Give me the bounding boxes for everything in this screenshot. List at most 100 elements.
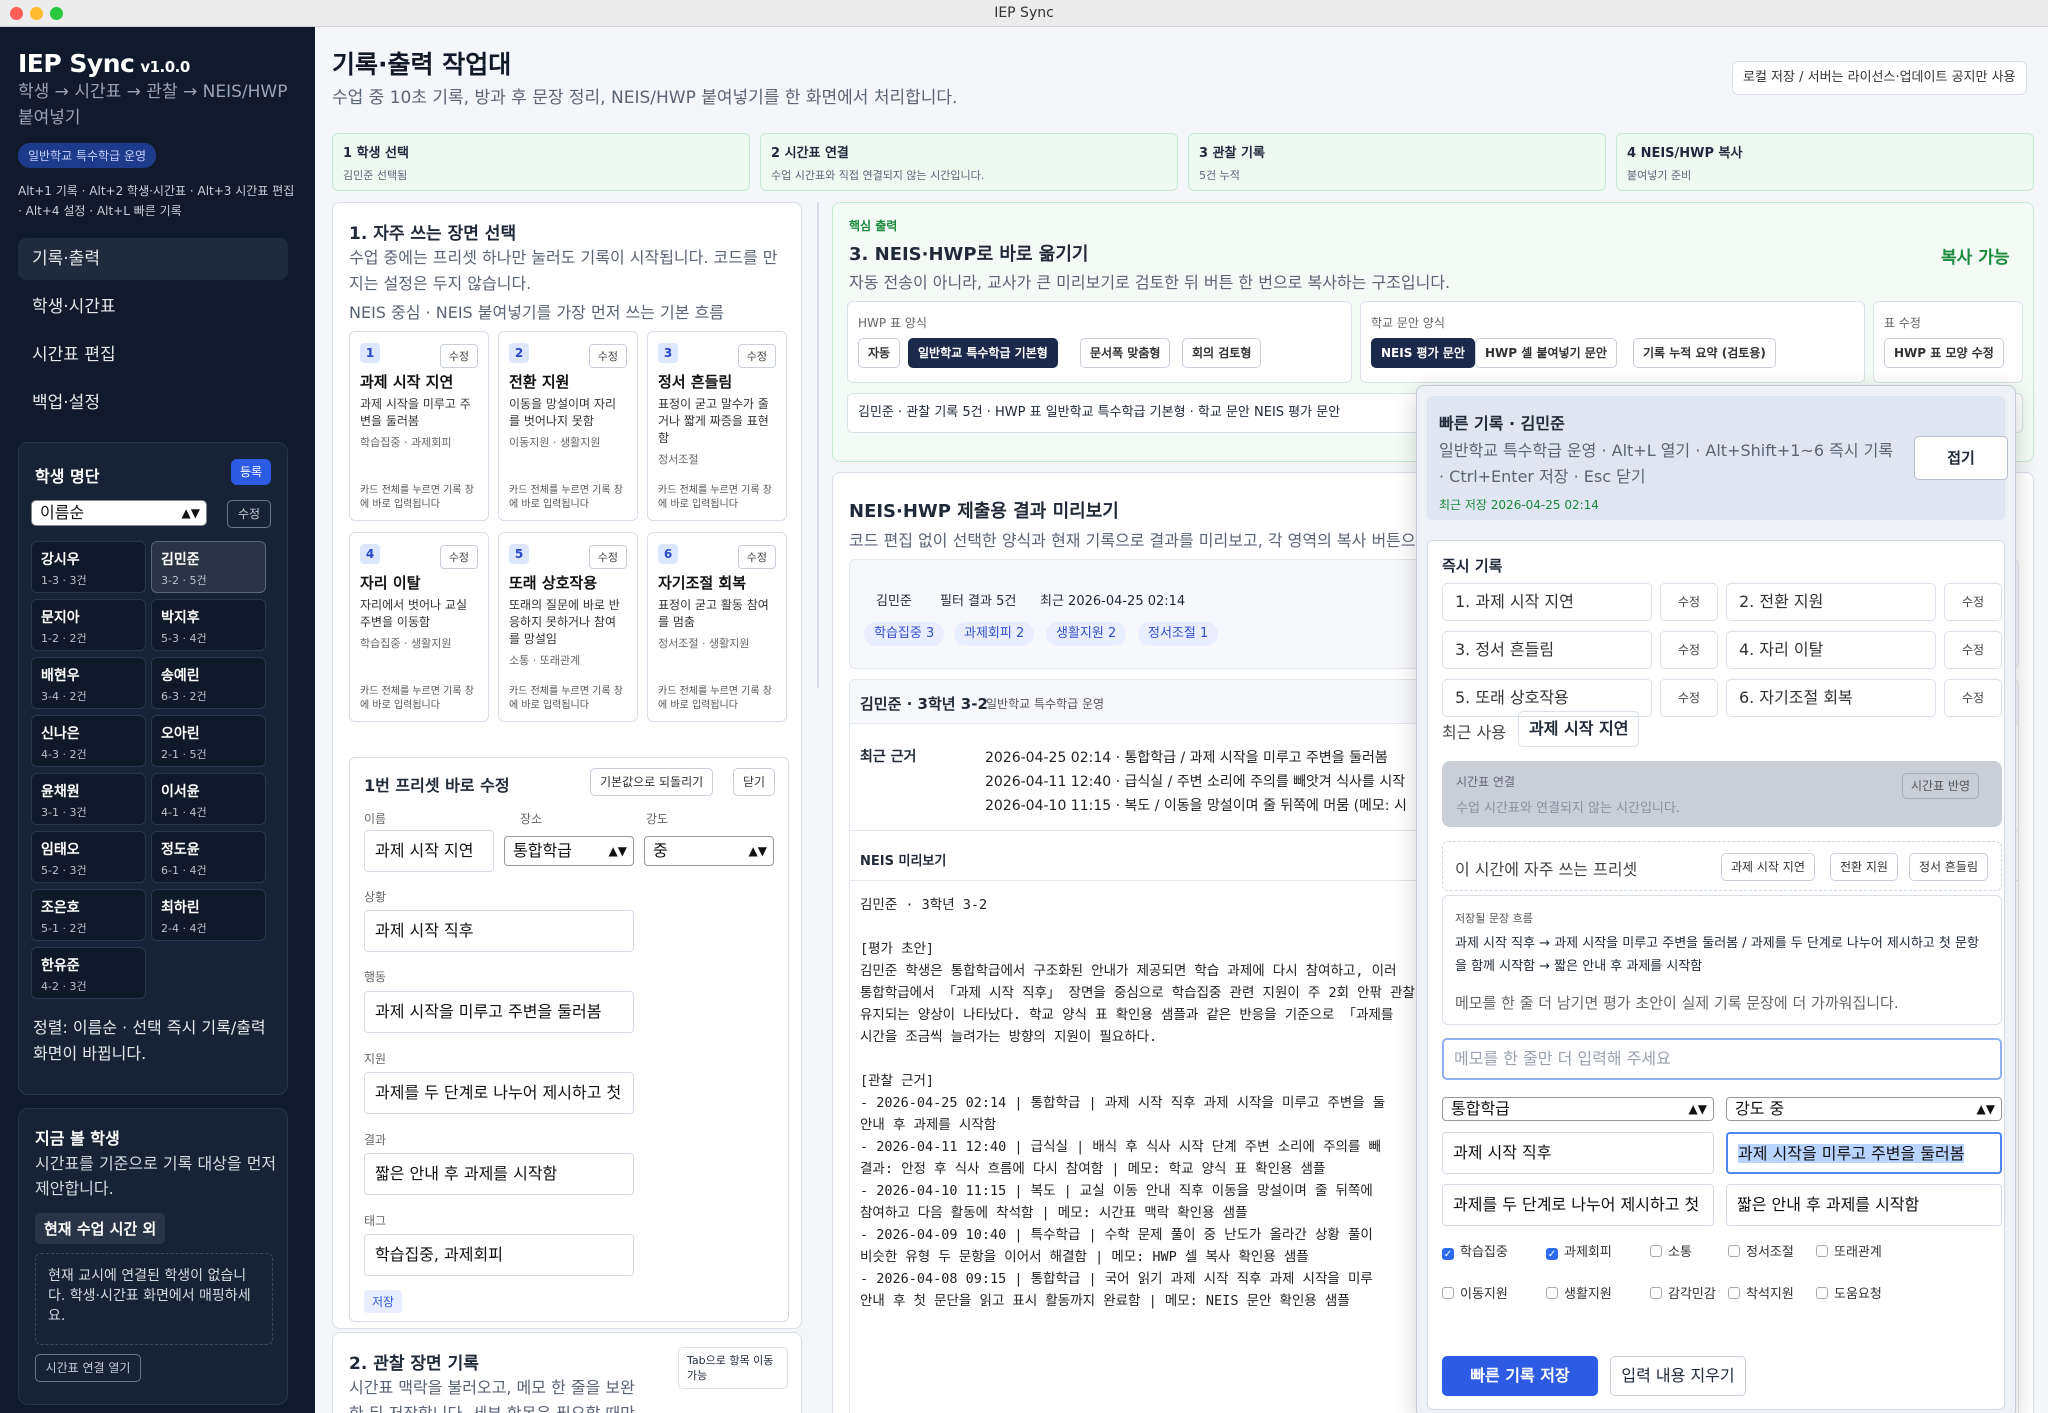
student-card[interactable]: 김민준 3-2 · 5건 bbox=[151, 541, 266, 593]
recent-preset-button[interactable]: 과제 시작 지연 bbox=[1518, 711, 1640, 747]
step-student[interactable]: 1 학생 선택 김민준 선택됨 bbox=[332, 133, 750, 191]
tag-chip[interactable]: 과제회피 2 bbox=[954, 622, 1035, 646]
frequent-preset-button[interactable]: 정서 흔들림 bbox=[1909, 853, 1989, 881]
preset-card[interactable]: 3 수정 정서 흔들림 표정이 굳고 말수가 줄거나 짧게 짜증을 표현함 정서조절 카드… bbox=[647, 331, 787, 521]
tag-checkbox[interactable]: ✓ 과제회피 bbox=[1546, 1241, 1612, 1260]
quick-preset-edit-button[interactable]: 수정 bbox=[1944, 631, 2002, 669]
student-card[interactable]: 배현우 3-4 · 2건 bbox=[31, 657, 146, 709]
hwp-opt-basic[interactable]: 일반학교 특수학급 기본형 bbox=[908, 338, 1058, 368]
quick-preset-button[interactable]: 2. 전환 지원 bbox=[1726, 583, 1936, 621]
memo-input[interactable]: 메모를 한 줄만 더 입력해 주세요 bbox=[1442, 1038, 2002, 1080]
preset-edit-button[interactable]: 수정 bbox=[588, 344, 627, 368]
collapse-button[interactable]: 접기 bbox=[1914, 436, 2008, 480]
preset-name-input[interactable]: 과제 시작 지연 bbox=[364, 830, 494, 872]
apply-timetable-button[interactable]: 시간표 반영 bbox=[1902, 773, 1980, 799]
preset-place-select[interactable]: 통합학급 ▲▼ bbox=[504, 836, 634, 866]
tag-chip[interactable]: 정서조절 1 bbox=[1138, 622, 1219, 646]
register-student-button[interactable]: 등록 bbox=[231, 459, 271, 485]
quick-place-select[interactable]: 통합학급 ▲▼ bbox=[1442, 1097, 1714, 1121]
student-card[interactable]: 한유준 4-2 · 3건 bbox=[31, 947, 146, 999]
tag-chip[interactable]: 생활지원 2 bbox=[1046, 622, 1127, 646]
nav-backup-settings[interactable]: 백업·설정 bbox=[18, 382, 288, 424]
preset-action-input[interactable]: 과제 시작을 미루고 주변을 둘러봄 bbox=[364, 991, 634, 1033]
nav-student-timetable[interactable]: 학생·시간표 bbox=[18, 286, 288, 328]
close-window-icon[interactable] bbox=[10, 7, 23, 20]
tag-checkbox[interactable]: 도움요청 bbox=[1816, 1283, 1882, 1302]
step-timetable[interactable]: 2 시간표 연결 수업 시간표와 직접 연결되지 않는 시간입니다. bbox=[760, 133, 1178, 191]
hwp-table-edit-button[interactable]: HWP 표 모양 수정 bbox=[1884, 338, 2004, 368]
tag-checkbox[interactable]: 생활지원 bbox=[1546, 1283, 1612, 1302]
hwp-opt-docwidth[interactable]: 문서폭 맞춤형 bbox=[1080, 338, 1171, 368]
preset-card[interactable]: 4 수정 자리 이탈 자리에서 벗어나 교실 주변을 이동함 학습집중 · 생활지원 카드… bbox=[349, 532, 489, 722]
hwp-opt-meeting[interactable]: 회의 검토형 bbox=[1182, 338, 1262, 368]
preset-card[interactable]: 6 수정 자기조절 회복 표정이 굳고 활동 참여를 멈춤 정서조절 · 생활지원 카드 … bbox=[647, 532, 787, 722]
student-card[interactable]: 이서윤 4-1 · 4건 bbox=[151, 773, 266, 825]
tag-checkbox[interactable]: 이동지원 bbox=[1442, 1283, 1508, 1302]
student-card[interactable]: 송예린 6-3 · 2건 bbox=[151, 657, 266, 709]
nav-record-output[interactable]: 기록·출력 bbox=[18, 238, 288, 280]
student-card[interactable]: 강시우 1-3 · 3건 bbox=[31, 541, 146, 593]
hwp-opt-auto[interactable]: 자동 bbox=[858, 338, 901, 368]
student-card[interactable]: 신나은 4-3 · 2건 bbox=[31, 715, 146, 767]
tag-checkbox[interactable]: 소통 bbox=[1650, 1241, 1692, 1260]
frequent-preset-button[interactable]: 과제 시작 지연 bbox=[1721, 853, 1815, 881]
quick-preset-edit-button[interactable]: 수정 bbox=[1660, 583, 1718, 621]
preset-card[interactable]: 5 수정 또래 상호작용 또래의 질문에 바로 반응하지 못하거나 참여를 망설임 소통… bbox=[498, 532, 638, 722]
quick-preset-edit-button[interactable]: 수정 bbox=[1660, 679, 1718, 717]
step-copy[interactable]: 4 NEIS/HWP 복사 붙여넣기 준비 bbox=[1616, 133, 2034, 191]
quick-save-button[interactable]: 빠른 기록 저장 bbox=[1442, 1356, 1598, 1396]
tag-checkbox[interactable]: 착석지원 bbox=[1728, 1283, 1794, 1302]
frequent-preset-button[interactable]: 전환 지원 bbox=[1830, 853, 1898, 881]
preset-save-button[interactable]: 저장 bbox=[364, 1290, 403, 1313]
tag-checkbox[interactable]: 또래관계 bbox=[1816, 1241, 1882, 1260]
quick-preset-edit-button[interactable]: 수정 bbox=[1944, 583, 2002, 621]
student-card[interactable]: 문지아 1-2 · 2건 bbox=[31, 599, 146, 651]
tag-checkbox[interactable]: ✓ 학습집중 bbox=[1442, 1241, 1508, 1260]
school-opt-summary[interactable]: 기록 누적 요약 (검토용) bbox=[1633, 338, 1776, 368]
clear-input-button[interactable]: 입력 내용 지우기 bbox=[1610, 1356, 1746, 1396]
zoom-window-icon[interactable] bbox=[50, 7, 63, 20]
student-card[interactable]: 윤채원 3-1 · 3건 bbox=[31, 773, 146, 825]
quick-result-input[interactable]: 짧은 안내 후 과제를 시작함 bbox=[1726, 1184, 2002, 1226]
nav-timetable-edit[interactable]: 시간표 편집 bbox=[18, 334, 288, 376]
quick-preset-button[interactable]: 6. 자기조절 회복 bbox=[1726, 679, 1936, 717]
tag-checkbox[interactable]: 정서조절 bbox=[1728, 1241, 1794, 1260]
step-observe[interactable]: 3 관찰 기록 5건 누적 bbox=[1188, 133, 1606, 191]
preset-result-input[interactable]: 짧은 안내 후 과제를 시작함 bbox=[364, 1153, 634, 1195]
preset-edit-button[interactable]: 수정 bbox=[439, 545, 478, 569]
quick-support-input[interactable]: 과제를 두 단계로 나누어 제시하고 첫 bbox=[1442, 1184, 1714, 1226]
preset-edit-button[interactable]: 수정 bbox=[737, 545, 776, 569]
close-edit-button[interactable]: 닫기 bbox=[733, 768, 776, 796]
minimize-window-icon[interactable] bbox=[30, 7, 43, 20]
preset-level-select[interactable]: 중 ▲▼ bbox=[644, 836, 774, 866]
roster-edit-button[interactable]: 수정 bbox=[227, 500, 271, 528]
quick-preset-edit-button[interactable]: 수정 bbox=[1660, 631, 1718, 669]
tag-chip[interactable]: 학습집중 3 bbox=[864, 622, 945, 646]
preset-edit-button[interactable]: 수정 bbox=[588, 545, 627, 569]
student-card[interactable]: 오아린 2-1 · 5건 bbox=[151, 715, 266, 767]
sort-select[interactable]: 이름순 ▲▼ bbox=[31, 500, 207, 526]
student-card[interactable]: 정도윤 6-1 · 4건 bbox=[151, 831, 266, 883]
reset-default-button[interactable]: 기본값으로 되돌리기 bbox=[590, 768, 714, 796]
preset-support-input[interactable]: 과제를 두 단계로 나누어 제시하고 첫 bbox=[364, 1072, 634, 1114]
open-timetable-link-button[interactable]: 시간표 연결 열기 bbox=[35, 1354, 141, 1382]
quick-preset-button[interactable]: 1. 과제 시작 지연 bbox=[1442, 583, 1652, 621]
quick-preset-button[interactable]: 3. 정서 흔들림 bbox=[1442, 631, 1652, 669]
preset-card[interactable]: 1 수정 과제 시작 지연 과제 시작을 미루고 주변을 둘러봄 학습집중 · 과제회피… bbox=[349, 331, 489, 521]
student-card[interactable]: 최하린 2-4 · 4건 bbox=[151, 889, 266, 941]
student-card[interactable]: 박지후 5-3 · 4건 bbox=[151, 599, 266, 651]
quick-situation-input[interactable]: 과제 시작 직후 bbox=[1442, 1132, 1714, 1174]
preset-situation-input[interactable]: 과제 시작 직후 bbox=[364, 910, 634, 952]
quick-preset-edit-button[interactable]: 수정 bbox=[1944, 679, 2002, 717]
preset-card[interactable]: 2 수정 전환 지원 이동을 망설이며 자리를 벗어나지 못함 이동지원 · 생활지원 카… bbox=[498, 331, 638, 521]
tag-checkbox[interactable]: 감각민감 bbox=[1650, 1283, 1716, 1302]
quick-preset-button[interactable]: 4. 자리 이탈 bbox=[1726, 631, 1936, 669]
school-opt-neis[interactable]: NEIS 평가 문안 bbox=[1371, 338, 1475, 368]
student-card[interactable]: 조은호 5-1 · 2건 bbox=[31, 889, 146, 941]
student-card[interactable]: 임태오 5-2 · 3건 bbox=[31, 831, 146, 883]
quick-level-select[interactable]: 강도 중 ▲▼ bbox=[1726, 1097, 2002, 1121]
preset-tags-input[interactable]: 학습집중, 과제회피 bbox=[364, 1234, 634, 1276]
quick-action-input[interactable]: 과제 시작을 미루고 주변을 둘러봄 bbox=[1726, 1132, 2002, 1174]
preset-edit-button[interactable]: 수정 bbox=[737, 344, 776, 368]
school-opt-hwp-cell[interactable]: HWP 셀 붙여넣기 문안 bbox=[1475, 338, 1617, 368]
